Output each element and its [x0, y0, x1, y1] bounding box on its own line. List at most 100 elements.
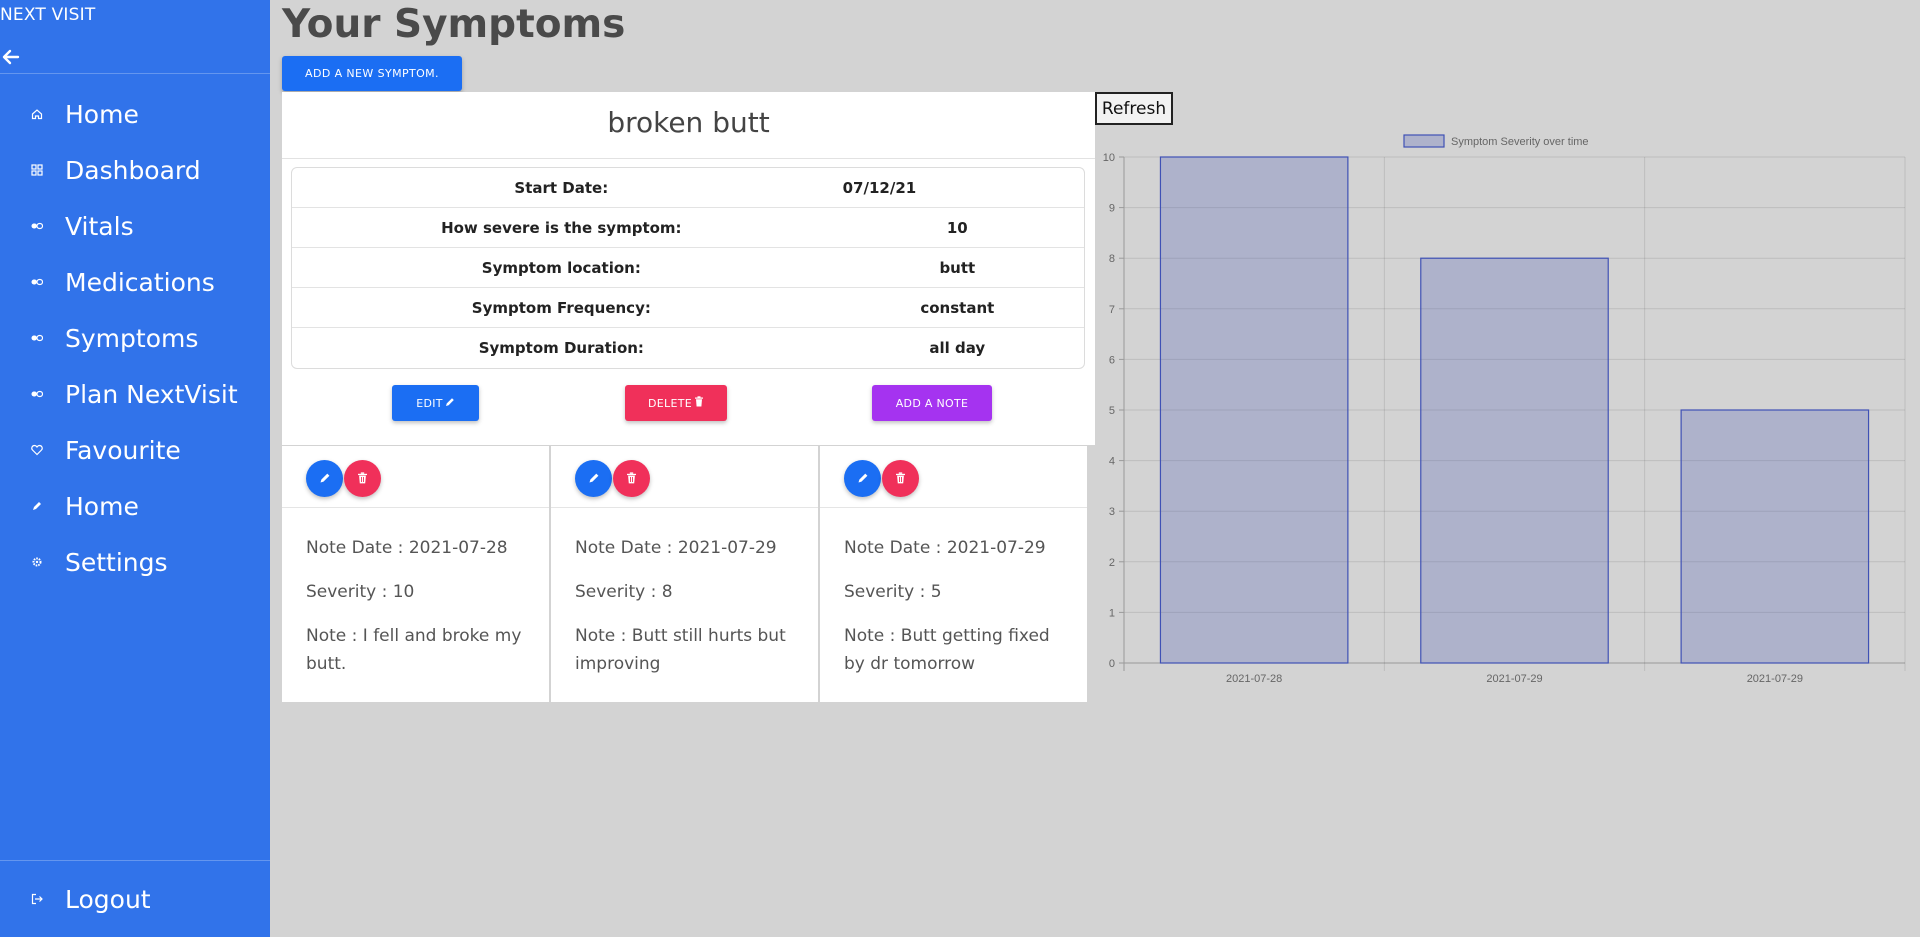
- sidebar-item-vitals[interactable]: Vitals: [0, 198, 270, 254]
- delete-note-button[interactable]: [344, 460, 381, 497]
- sidebar-item-label: Settings: [65, 547, 168, 577]
- sidebar-item-label: Home: [65, 491, 139, 521]
- y-tick-label: 1: [1109, 607, 1115, 619]
- sidebar-item-label: Medications: [65, 267, 215, 297]
- delete-note-button[interactable]: [613, 460, 650, 497]
- x-tick-label: 2021-07-29: [1747, 673, 1803, 685]
- edit-label: EDIT: [416, 396, 443, 410]
- note-body: Note Date : 2021-07-28 Severity : 10 Not…: [282, 508, 549, 678]
- pills-icon: [31, 388, 43, 400]
- y-tick-label: 9: [1109, 203, 1115, 215]
- sidebar-item-label: Vitals: [65, 211, 134, 241]
- pills-icon: [31, 276, 43, 288]
- home-icon: [31, 108, 43, 120]
- sidebar-item-plan-nextvisit[interactable]: Plan NextVisit: [0, 366, 270, 422]
- legend-swatch: [1403, 134, 1445, 148]
- x-tick-label: 2021-07-29: [1486, 673, 1542, 685]
- edit-note-button[interactable]: [844, 460, 881, 497]
- detail-value: butt: [939, 259, 976, 277]
- pencil-icon: [857, 469, 869, 488]
- edit-symptom-button[interactable]: EDIT: [392, 385, 479, 421]
- sidebar-item-dashboard[interactable]: Dashboard: [0, 142, 270, 198]
- trash-icon: [694, 396, 704, 410]
- sidebar-item-symptoms[interactable]: Symptoms: [0, 310, 270, 366]
- edit-note-button[interactable]: [575, 460, 612, 497]
- chart-bar: [1159, 156, 1349, 664]
- logout-label: Logout: [65, 884, 151, 914]
- sidebar-item-logout[interactable]: Logout: [0, 871, 270, 927]
- sidebar: NEXT VISIT Home Dashboard Vitals Medicat…: [0, 0, 270, 937]
- card-divider: [282, 158, 1095, 159]
- gear-icon: [31, 556, 43, 568]
- refresh-button[interactable]: Refresh: [1095, 92, 1173, 125]
- note-card: Note Date : 2021-07-29 Severity : 8 Note…: [551, 446, 818, 702]
- sidebar-item-settings[interactable]: Settings: [0, 534, 270, 590]
- y-tick-label: 3: [1109, 506, 1115, 518]
- legend-label: Symptom Severity over time: [1451, 136, 1589, 148]
- delete-symptom-button[interactable]: DELETE: [625, 385, 727, 421]
- notes-list: Note Date : 2021-07-28 Severity : 10 Not…: [282, 446, 1087, 702]
- sidebar-item-home[interactable]: Home: [0, 86, 270, 142]
- heart-icon: [31, 444, 43, 456]
- sidebar-item-medications[interactable]: Medications: [0, 254, 270, 310]
- note-actions: [551, 446, 818, 508]
- sidebar-item-label: Favourite: [65, 435, 181, 465]
- add-symptom-button[interactable]: ADD A NEW SYMPTOM.: [282, 56, 462, 91]
- note-actions: [282, 446, 549, 508]
- y-tick-label: 4: [1109, 456, 1115, 468]
- page-title: Your Symptoms: [282, 2, 626, 47]
- note-text: Note : Butt still hurts but improving: [575, 626, 786, 674]
- pencil-icon: [588, 469, 600, 488]
- logout-icon: [31, 893, 43, 905]
- y-tick-label: 2: [1109, 557, 1115, 569]
- sidebar-item-label: Plan NextVisit: [65, 379, 238, 409]
- add-note-button[interactable]: ADD A NOTE: [872, 385, 992, 421]
- table-row: Symptom Frequency: constant: [292, 288, 1084, 328]
- delete-note-button[interactable]: [882, 460, 919, 497]
- sidebar-item-label: Home: [65, 99, 139, 129]
- dashboard-icon: [31, 164, 43, 176]
- severity-chart: 0 1 2 3 4 5 6 7 8 9 10 2021-07-28 2021-07-29 2021-07-…: [1095, 128, 1920, 698]
- severity-chart-svg: 0 1 2 3 4 5 6 7 8 9 10 2021-07-28 2021-07-29 2021-07-…: [1103, 134, 1906, 685]
- detail-label: Symptom Duration:: [478, 339, 644, 357]
- note-text: Note : I fell and broke my butt.: [306, 626, 522, 674]
- sidebar-item-favourite[interactable]: Favourite: [0, 422, 270, 478]
- y-tick-label: 6: [1109, 354, 1115, 366]
- note-actions: [820, 446, 1087, 508]
- table-row: Symptom location: butt: [292, 248, 1084, 288]
- detail-label: Symptom Frequency:: [471, 299, 651, 317]
- trash-icon: [626, 469, 637, 488]
- symptom-details-table: Start Date: 07/12/21 How severe is the s…: [291, 167, 1085, 369]
- back-arrow-icon[interactable]: [2, 48, 20, 66]
- trash-icon: [357, 469, 368, 488]
- symptom-title: broken butt: [607, 106, 770, 139]
- detail-value: all day: [929, 339, 986, 357]
- pencil-icon: [319, 469, 331, 488]
- detail-value: constant: [920, 299, 995, 317]
- pencil-icon: [445, 397, 455, 410]
- sidebar-item-label: Dashboard: [65, 155, 201, 185]
- note-body: Note Date : 2021-07-29 Severity : 8 Note…: [551, 508, 818, 678]
- table-row: Symptom Duration: all day: [292, 328, 1084, 368]
- edit-note-button[interactable]: [306, 460, 343, 497]
- sidebar-divider: [0, 860, 270, 861]
- sidebar-item-label: Symptoms: [65, 323, 199, 353]
- y-tick-label: 0: [1109, 658, 1115, 670]
- sidebar-item-home-2[interactable]: Home: [0, 478, 270, 534]
- note-card: Note Date : 2021-07-29 Severity : 5 Note…: [820, 446, 1087, 702]
- pencil-icon: [31, 500, 43, 512]
- chart-bar: [1680, 409, 1870, 664]
- chart-bar: [1420, 257, 1609, 664]
- detail-label: How severe is the symptom:: [441, 219, 682, 237]
- detail-label: Symptom location:: [481, 259, 641, 277]
- y-tick-label: 7: [1109, 304, 1115, 316]
- delete-label: DELETE: [648, 396, 692, 410]
- pills-icon: [31, 332, 43, 344]
- x-tick-label: 2021-07-28: [1226, 673, 1282, 685]
- detail-value: 07/12/21: [842, 179, 917, 197]
- y-tick-label: 5: [1109, 405, 1115, 417]
- note-date: Note Date : 2021-07-29: [575, 538, 777, 558]
- add-note-label: ADD A NOTE: [895, 396, 969, 410]
- table-row: Start Date: 07/12/21: [292, 168, 1084, 208]
- note-severity: Severity : 10: [306, 582, 415, 602]
